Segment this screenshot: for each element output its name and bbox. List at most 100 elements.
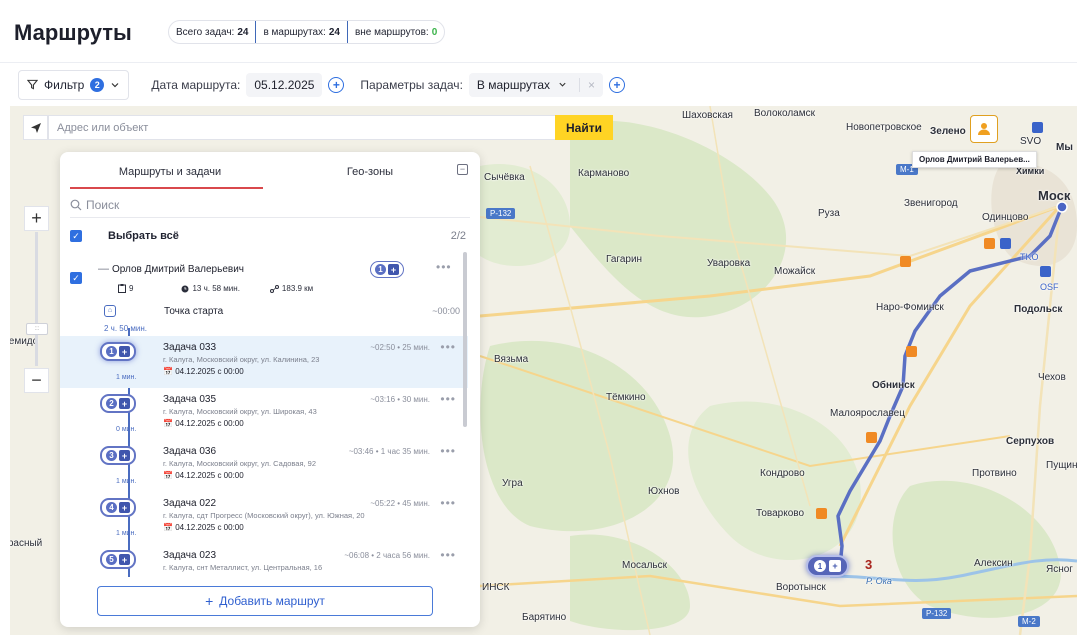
place-label: Шаховская (682, 110, 733, 121)
counter-out-routes[interactable]: вне маршрутов: 0 (348, 21, 444, 43)
add-param-icon[interactable]: + (609, 76, 626, 93)
place-label: Демидо (10, 336, 39, 347)
place-label: Юхнов (648, 486, 680, 497)
task-title: Задача 036 (163, 446, 217, 457)
collapse-panel-icon[interactable]: − (457, 164, 468, 175)
locate-button[interactable] (23, 115, 48, 140)
task-address: г. Калуга, снт Металлист, ул. Центральна… (163, 563, 323, 572)
place-label: SVO (1020, 136, 1042, 147)
task-more-icon[interactable]: ••• (440, 444, 456, 458)
place-label: Моск (1038, 188, 1071, 203)
place-label: Малоярославец (830, 408, 905, 419)
filter-button[interactable]: Фильтр 2 (18, 69, 130, 100)
task-index-pill[interactable]: 4 + (100, 498, 136, 517)
zoom-slider-handle[interactable]: ::: (26, 323, 48, 335)
task-date: 📅 04.12.2025 с 00:00 (163, 471, 244, 480)
filter-label: Фильтр (44, 77, 85, 92)
task-date: 📅 04.12.2025 с 00:00 (163, 523, 244, 532)
place-label: Руза (818, 208, 840, 219)
task-gap-label: 1 мин. (116, 374, 137, 381)
cluster-count[interactable]: 3 (865, 557, 885, 575)
task-count-stat: 9 (118, 284, 133, 293)
task-index-pill[interactable]: 1 + (100, 342, 136, 361)
task-address: г. Калуга, Московский округ, ул. Калинин… (163, 355, 320, 364)
date-picker[interactable]: 05.12.2025 (246, 72, 323, 97)
select-all-checkbox[interactable]: ✓ (70, 230, 82, 242)
task-gap-label: 1 мин. (116, 478, 137, 485)
start-point-label: Точка старта (164, 306, 224, 317)
task-index-pill[interactable]: 3 + (100, 446, 136, 465)
place-label: Воротынск (776, 582, 826, 593)
airport-icon (1032, 122, 1043, 133)
collapse-route-icon[interactable]: — (98, 263, 109, 275)
gas-station-icon (900, 256, 911, 267)
task-row[interactable]: 5 + Задача 023 ~06:08 • 2 часа 56 мин. •… (60, 544, 468, 577)
plus-square-icon: + (119, 398, 130, 409)
tab-geozones[interactable]: Гео-зоны (270, 162, 470, 190)
place-label: Зелено (930, 126, 966, 137)
counter-total[interactable]: Всего задач: 24 (169, 21, 255, 43)
place-label: Уваровка (707, 258, 751, 269)
task-more-icon[interactable]: ••• (440, 548, 456, 562)
place-label: Алексин (974, 558, 1013, 569)
active-tab-indicator (70, 187, 263, 189)
place-label: Протвино (972, 468, 1017, 479)
place-label: Мы (1056, 142, 1073, 153)
airport-icon (1040, 266, 1051, 277)
tab-routes-tasks[interactable]: Маршруты и задачи (70, 162, 270, 190)
select-all-row[interactable]: ✓ Выбрать всё 2/2 (70, 224, 470, 248)
task-title: Задача 023 (163, 550, 217, 561)
driver-route-pill[interactable]: 1 + (370, 261, 404, 278)
page-header: Маршруты Всего задач: 24 в маршрутах: 24… (0, 0, 1077, 62)
funnel-icon (27, 79, 38, 90)
place-label: Звенигород (904, 198, 958, 209)
task-date: 📅 04.12.2025 с 00:00 (163, 367, 244, 376)
place-label: Гагарин (606, 254, 643, 265)
gas-station-icon (906, 346, 917, 357)
task-address: г. Калуга, сдт Прогресс (Московский окру… (163, 511, 365, 520)
zoom-in-button[interactable]: + (24, 206, 49, 231)
routes-panel: Маршруты и задачи Гео-зоны − Поиск ✓ Выб… (60, 152, 480, 627)
gas-station-icon (866, 432, 877, 443)
place-label: Одинцово (982, 212, 1029, 223)
task-more-icon[interactable]: ••• (440, 340, 456, 354)
clear-icon[interactable]: × (579, 77, 595, 92)
task-index-pill[interactable]: 2 + (100, 394, 136, 413)
driver-location-marker[interactable] (970, 115, 998, 143)
task-more-icon[interactable]: ••• (440, 392, 456, 406)
task-eta: ~05:22 • 45 мин. (370, 499, 430, 508)
driver-name[interactable]: Орлов Дмитрий Валерьевич (112, 264, 244, 275)
place-label: Обнинск (872, 380, 915, 391)
counter-in-routes[interactable]: в маршрутах: 24 (255, 21, 348, 43)
task-eta: ~03:46 • 1 час 35 мин. (348, 447, 430, 456)
task-gap-label: 0 мин. (116, 426, 137, 433)
add-route-button[interactable]: + Добавить маршрут (97, 586, 433, 616)
add-date-icon[interactable]: + (328, 76, 345, 93)
start-point-row[interactable]: ⌂ Точка старта ~00:00 (104, 304, 460, 322)
place-label: Барятино (522, 612, 567, 623)
panel-search-input[interactable]: Поиск (70, 192, 470, 218)
list-scrollbar[interactable] (463, 252, 467, 427)
clipboard-icon (118, 284, 126, 293)
task-more-icon[interactable]: ••• (440, 496, 456, 510)
route-distance-icon (269, 284, 279, 293)
road-badge: М-2 (1018, 616, 1040, 627)
zoom-slider-track[interactable] (35, 232, 38, 366)
route-stop-marker[interactable]: 1 + (806, 555, 849, 577)
find-button[interactable]: Найти (555, 115, 613, 140)
driver-more-icon[interactable]: ••• (436, 260, 452, 274)
zoom-out-button[interactable]: − (24, 368, 49, 393)
driver-checkbox[interactable]: ✓ (70, 272, 82, 284)
place-label: Карманово (578, 168, 630, 179)
params-select[interactable]: В маршрутах × (468, 72, 604, 97)
panel-tabs: Маршруты и задачи Гео-зоны (70, 162, 470, 190)
map-search-input[interactable]: Адрес или объект (48, 115, 570, 140)
filter-count-badge: 2 (90, 77, 105, 92)
chevron-down-icon (111, 82, 119, 87)
task-eta: ~03:16 • 30 мин. (370, 395, 430, 404)
task-index-pill[interactable]: 5 + (100, 550, 136, 569)
distance-stat: 183.9 км (269, 284, 313, 293)
place-label: ИНСК (482, 582, 510, 593)
place-label: OSF (1040, 282, 1059, 292)
task-title: Задача 035 (163, 394, 217, 405)
